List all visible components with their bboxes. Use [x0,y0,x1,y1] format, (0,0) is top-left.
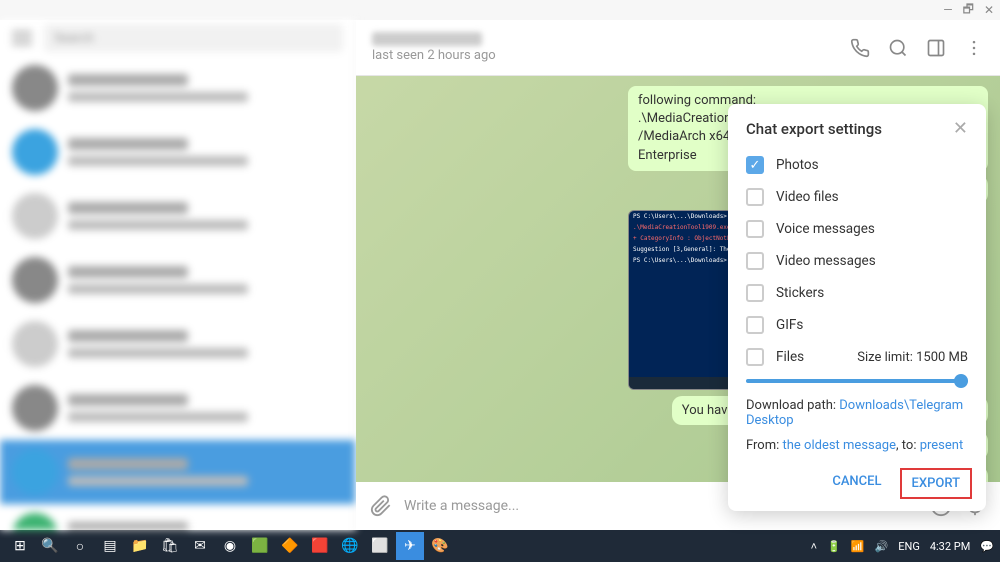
minimize-icon[interactable]: — [943,3,952,17]
chat-list-item[interactable] [0,312,355,376]
sidebar-toggle-icon[interactable] [926,38,946,58]
language-indicator[interactable]: ENG [898,540,920,553]
export-button[interactable]: EXPORT [900,468,972,499]
checkbox-icon: ✓ [746,156,764,174]
checkbox-voice-messages[interactable]: Voice messages [728,213,986,245]
call-icon[interactable] [850,38,870,58]
tray-chevron-icon[interactable]: ˄ [811,540,817,553]
checkbox-icon [746,284,764,302]
taskview-icon[interactable]: ▤ [96,532,124,560]
maximize-icon[interactable]: 🗗 [963,0,974,21]
menu-icon[interactable] [12,31,32,45]
sidebar: Search [0,20,356,530]
store-icon[interactable]: 🛍 [156,532,184,560]
windows-taskbar: ⊞ 🔍 ○ ▤ 📁 🛍 ✉ ◉ 🟩 🔶 🟥 🌐 ⬜ ✈ 🎨 ˄ 🔋 📶 🔊 EN… [0,530,1000,562]
checkbox-icon [746,188,764,206]
chat-list-item[interactable] [0,504,355,530]
wifi-icon[interactable]: 📶 [851,540,865,553]
checkbox-icon [746,348,764,366]
close-icon[interactable]: ✕ [953,118,968,139]
chat-header: last seen 2 hours ago [356,20,1000,76]
window-titlebar: — 🗗 ✕ [0,0,1000,20]
chat-list-item[interactable] [0,376,355,440]
app-icon[interactable]: 🟩 [246,532,274,560]
search-taskbar-icon[interactable]: 🔍 [36,532,64,560]
export-settings-modal: Chat export settings ✕ ✓Photos Video fil… [728,104,986,511]
checkbox-gifs[interactable]: GIFs [728,309,986,341]
date-range-row: From: the oldest message, to: present [728,433,986,458]
chat-status: last seen 2 hours ago [372,48,496,63]
chrome-icon[interactable]: ◉ [216,532,244,560]
app-icon[interactable]: 🔶 [276,532,304,560]
checkbox-icon [746,220,764,238]
to-link[interactable]: present [920,438,964,453]
checkbox-video-messages[interactable]: Video messages [728,245,986,277]
modal-title: Chat export settings [746,120,882,138]
edge-icon[interactable]: 🌐 [336,532,364,560]
paint-icon[interactable]: 🎨 [426,532,454,560]
download-path-row: Download path: Downloads\Telegram Deskto… [728,393,986,433]
chat-list-item[interactable] [0,120,355,184]
explorer-icon[interactable]: 📁 [126,532,154,560]
battery-icon[interactable]: 🔋 [827,540,841,553]
checkbox-stickers[interactable]: Stickers [728,277,986,309]
attachment-icon[interactable] [370,495,392,517]
checkbox-icon [746,252,764,270]
cancel-button[interactable]: CANCEL [822,468,891,499]
size-limit-label: Size limit: 1500 MB [857,350,968,365]
app-icon[interactable]: ⬜ [366,532,394,560]
notifications-icon[interactable]: 💬 [980,540,994,553]
cortana-icon[interactable]: ○ [66,532,94,560]
size-limit-slider[interactable] [746,379,968,383]
checkbox-files[interactable]: Files Size limit: 1500 MB [728,341,986,373]
checkbox-video-files[interactable]: Video files [728,181,986,213]
slider-thumb[interactable] [954,374,968,388]
start-icon[interactable]: ⊞ [6,532,34,560]
volume-icon[interactable]: 🔊 [875,540,889,553]
from-link[interactable]: the oldest message [783,438,897,453]
search-input[interactable]: Search [44,24,343,52]
chat-title [372,32,482,46]
app-icon[interactable]: 🟥 [306,532,334,560]
chat-panel: last seen 2 hours ago following command:… [356,20,1000,530]
clock[interactable]: 4:32 PM [930,540,970,553]
more-icon[interactable] [964,38,984,58]
chat-list-item[interactable] [0,56,355,120]
chat-list [0,56,355,530]
search-icon[interactable] [888,38,908,58]
chat-list-item[interactable] [0,248,355,312]
window-close-icon[interactable]: ✕ [984,3,994,17]
telegram-icon[interactable]: ✈ [396,532,424,560]
checkbox-photos[interactable]: ✓Photos [728,149,986,181]
checkbox-icon [746,316,764,334]
chat-list-item[interactable] [0,184,355,248]
chat-list-item[interactable] [0,440,355,504]
mail-icon[interactable]: ✉ [186,532,214,560]
